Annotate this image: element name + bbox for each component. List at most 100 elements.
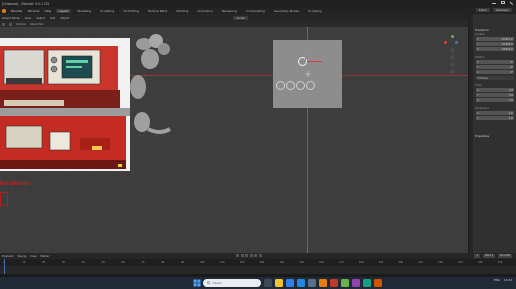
clock[interactable]: 14:32 [504, 278, 512, 282]
timeline-tick: 100 [200, 261, 205, 264]
tab-compositing[interactable]: Compositing [244, 9, 267, 13]
tab-geometry-nodes[interactable]: Geometry Nodes [272, 9, 301, 13]
title-bar: [Unsaved] - Blender 4.5.1 LTS [0, 0, 516, 7]
location-x-field[interactable]: X -0.3214 m [476, 37, 514, 41]
pan-hand-icon[interactable] [450, 55, 455, 60]
menu-select[interactable]: Select [36, 16, 45, 20]
character-mesh[interactable] [128, 27, 173, 142]
minimize-icon[interactable] [492, 1, 496, 4]
grid-icon[interactable] [450, 69, 455, 74]
gizmo-x-arrow[interactable] [307, 61, 322, 62]
dimension-y-field[interactable]: Y1 m [476, 116, 514, 120]
gizmo-x-axis-icon[interactable] [444, 41, 447, 44]
scale-x-field[interactable]: X 0.5 [476, 88, 514, 92]
menu-view[interactable]: View [30, 255, 36, 258]
app-icon[interactable] [363, 279, 371, 287]
tab-texture-paint[interactable]: Texture Paint [146, 9, 169, 13]
select-mode-icon[interactable] [9, 22, 12, 26]
app-icon[interactable] [330, 279, 338, 287]
next-key-icon[interactable] [254, 254, 257, 257]
options-menu[interactable]: Options [16, 23, 26, 26]
menu-bar: Blender Window Help Layout Modeling Scul… [0, 7, 516, 14]
mail-icon[interactable] [297, 279, 305, 287]
window-controls [492, 0, 515, 5]
tool-select-box[interactable]: Select Box [30, 23, 44, 26]
tab-rendering[interactable]: Rendering [220, 9, 239, 13]
gizmo-y-arrow[interactable] [305, 48, 306, 61]
empty-circle[interactable] [276, 81, 285, 90]
zoom-icon[interactable] [450, 48, 455, 53]
gizmo-y-axis-icon[interactable] [451, 35, 454, 38]
playhead[interactable] [4, 259, 5, 274]
mode-selector[interactable]: Object Mode [2, 16, 20, 20]
empty-circle[interactable] [306, 81, 315, 90]
app-icon[interactable] [341, 279, 349, 287]
menu-playback[interactable]: Playback [2, 255, 14, 258]
menu-marker[interactable]: Marker [40, 255, 49, 258]
camera-icon[interactable] [450, 62, 455, 67]
browser-icon[interactable] [286, 279, 294, 287]
play-reverse-icon[interactable] [245, 254, 248, 257]
tab-uv-editing[interactable]: UV Editing [121, 9, 141, 13]
play-icon[interactable] [249, 254, 253, 257]
rotation-z-field[interactable]: Z 0° [476, 70, 514, 74]
menu-help[interactable]: Help [44, 9, 51, 13]
sidebar-tabs[interactable] [469, 14, 473, 253]
timeline-tick: 140 [279, 261, 285, 264]
tab-animation[interactable]: Animation [195, 9, 214, 13]
scale-y-field[interactable]: Y 0.5 [476, 93, 514, 97]
view-layer-selector[interactable]: ViewLayer [492, 8, 512, 12]
maximize-icon[interactable] [501, 1, 505, 4]
prev-key-icon[interactable] [240, 254, 244, 257]
tab-scripting[interactable]: Scripting [306, 9, 323, 13]
windows-start-icon[interactable] [193, 279, 201, 287]
rotation-y-field[interactable]: Y 0° [476, 65, 514, 69]
rotation-mode-select[interactable]: XYZ Euler [476, 76, 514, 80]
language-indicator[interactable]: ENG [494, 278, 500, 282]
properties-header[interactable]: Properties [475, 134, 489, 138]
menu-add[interactable]: Add [50, 16, 55, 20]
jump-start-icon[interactable] [236, 254, 239, 257]
app-icon[interactable] [352, 279, 360, 287]
blender-app-icon[interactable] [319, 279, 327, 287]
location-z-field[interactable]: Z 0.6574 m [476, 47, 514, 51]
menu-object[interactable]: Object [60, 16, 69, 20]
jump-end-icon[interactable] [258, 254, 262, 257]
file-explorer-icon[interactable] [275, 279, 283, 287]
blender-logo-icon[interactable] [2, 8, 6, 13]
rotation-x-field[interactable]: X 0° [476, 60, 514, 64]
tab-modeling[interactable]: Modeling [76, 9, 94, 13]
menu-window[interactable]: Window [28, 9, 40, 13]
app-icon[interactable] [374, 279, 382, 287]
scene-selector[interactable]: Scene [475, 8, 490, 12]
tab-sculpting[interactable]: Sculpting [98, 9, 116, 13]
timeline-tick: 200 [398, 261, 404, 264]
menu-blender[interactable]: Blender [11, 9, 23, 13]
reference-image[interactable] [0, 38, 130, 171]
gizmo-z-axis-icon[interactable] [455, 41, 458, 44]
menu-keying[interactable]: Keying [18, 255, 27, 258]
store-icon[interactable] [308, 279, 316, 287]
taskbar-search[interactable]: Поиск [203, 279, 261, 287]
empty-circle[interactable] [286, 81, 295, 90]
tab-shading[interactable]: Shading [174, 9, 190, 13]
current-frame-field[interactable]: 1 [474, 254, 480, 258]
empty-circle[interactable] [296, 81, 305, 90]
menu-view[interactable]: View [25, 16, 32, 20]
end-frame-field[interactable]: End 250 [498, 254, 512, 258]
location-label: Location [475, 33, 486, 36]
transform-header[interactable]: Transform [475, 28, 489, 32]
timeline-area[interactable] [0, 259, 516, 274]
location-y-field[interactable]: Y 0.1044 m [476, 42, 514, 46]
tab-layout[interactable]: Layout [56, 8, 71, 13]
orientation-selector[interactable]: Global [233, 15, 248, 20]
task-view-icon[interactable] [264, 279, 272, 287]
timeline-tick: 20 [42, 261, 46, 264]
dimension-x-field[interactable]: X1 m [476, 111, 514, 115]
start-frame-field[interactable]: Start 1 [482, 254, 496, 258]
navigation-gizmo[interactable] [440, 35, 462, 85]
scale-z-field[interactable]: Z 0.5 [476, 98, 514, 102]
3d-viewport[interactable]: RECORDING [0, 27, 468, 253]
timeline-ruler[interactable]: 0102030405060708090100110120130140150160… [0, 259, 516, 266]
select-mode-icon[interactable] [2, 22, 5, 26]
